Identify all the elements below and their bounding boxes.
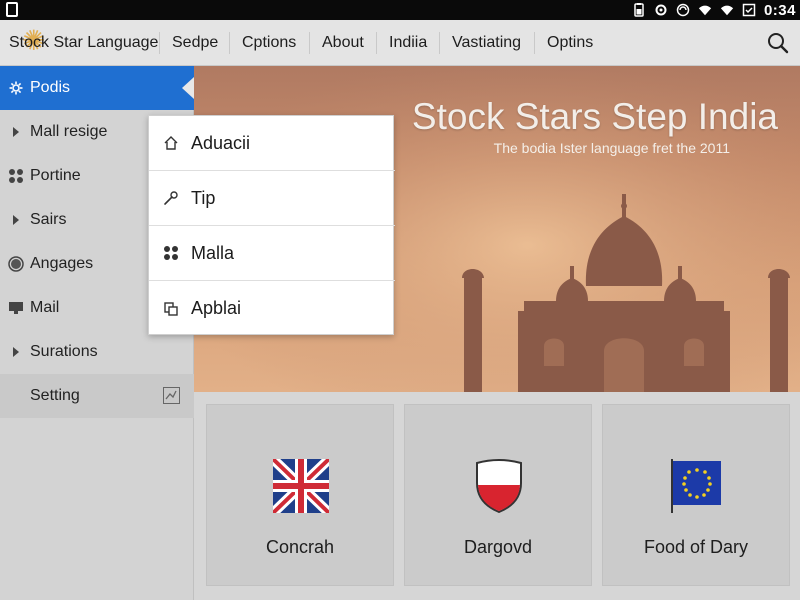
nav-divider: [376, 32, 377, 54]
sidebar-item-surations[interactable]: Surations: [0, 330, 194, 374]
menu-item-label: Tip: [191, 187, 216, 208]
nav-divider: [534, 32, 535, 54]
sidebar-item-label: Sairs: [30, 211, 67, 228]
chevron-right-icon: [4, 126, 28, 138]
sidebar-item-label: Setting: [30, 387, 80, 404]
dropdown-menu: Aduacii Tip Malla Apblai: [148, 115, 395, 336]
menu-item-label: Malla: [191, 242, 235, 263]
circle-icon: [4, 256, 28, 272]
wifi-icon: [698, 3, 712, 17]
sidebar-item-label: Portine: [30, 167, 81, 184]
card-label: Concrah: [265, 537, 335, 557]
signal-icon: [720, 3, 734, 17]
sidebar-item-label: Mail: [30, 299, 60, 316]
nav-divider: [229, 32, 230, 54]
nav-item-sedpe[interactable]: Sedpe: [172, 34, 218, 52]
gear-icon: [4, 81, 28, 95]
nav-item-cptions[interactable]: Cptions: [242, 34, 296, 52]
card-label: Food of Dary: [643, 537, 749, 557]
menu-item-malla[interactable]: Malla: [149, 226, 395, 281]
menu-item-label: Aduacii: [191, 132, 251, 153]
sidebar-item-label: Podis: [30, 79, 71, 96]
status-icons: 0:34: [632, 0, 796, 20]
language-card-concrah[interactable]: Concrah: [206, 404, 394, 586]
sidebar-item-label: Mall resige: [30, 123, 108, 140]
nav-divider: [439, 32, 440, 54]
active-indicator: [182, 77, 194, 99]
sidebar-item-label: Surations: [30, 343, 98, 360]
status-bar: 0:34: [0, 0, 800, 20]
nav-item-vastiating[interactable]: Vastiating: [452, 34, 521, 52]
grid-icon: [4, 168, 28, 184]
phone-icon: [6, 2, 20, 18]
nav-item-about[interactable]: About: [322, 34, 364, 52]
nav-divider: [159, 32, 160, 54]
uk-flag-icon: [273, 459, 329, 513]
wrench-icon: [161, 190, 181, 206]
menu-item-aduacii[interactable]: Aduacii: [149, 116, 395, 171]
settings-icon: [654, 3, 668, 17]
sync-icon: [676, 3, 690, 17]
card-label: Dargovd: [463, 537, 533, 557]
status-time: 0:34: [763, 1, 796, 19]
brand-link[interactable]: Stock Star Language: [9, 34, 158, 52]
language-card-food-of-dary[interactable]: Food of Dary: [602, 404, 790, 586]
menu-item-apblai[interactable]: Apblai: [149, 281, 395, 336]
monitor-icon: [4, 301, 28, 315]
chevron-right-icon: [4, 214, 28, 226]
sidebar-item-podis[interactable]: Podis: [0, 66, 194, 110]
nav-item-optins[interactable]: Optins: [547, 34, 593, 52]
chevron-right-icon: [4, 346, 28, 358]
home-icon: [161, 135, 181, 151]
chart-icon: [163, 387, 180, 404]
search-icon[interactable]: [766, 31, 790, 55]
menu-item-tip[interactable]: Tip: [149, 171, 395, 226]
hero-title: Stock Stars Step India: [411, 96, 778, 137]
language-card-dargovd[interactable]: Dargovd: [404, 404, 592, 586]
checkbox-icon: [742, 3, 756, 17]
hero-subtitle: The bodia Ister language fret the 2011: [493, 140, 730, 156]
nav-item-india[interactable]: Indiia: [389, 34, 427, 52]
copy-icon: [161, 301, 181, 317]
shield-flag-icon: [476, 459, 522, 513]
grid-icon: [161, 245, 181, 261]
top-navigation: ✺ Stock Star Language Sedpe Cptions Abou…: [0, 20, 800, 66]
sidebar-item-label: Angages: [30, 255, 94, 272]
battery-icon: [632, 3, 646, 17]
eu-flag-icon: [671, 459, 721, 513]
menu-item-label: Apblai: [191, 298, 242, 318]
nav-divider: [309, 32, 310, 54]
sidebar-item-setting[interactable]: Setting: [0, 374, 194, 418]
